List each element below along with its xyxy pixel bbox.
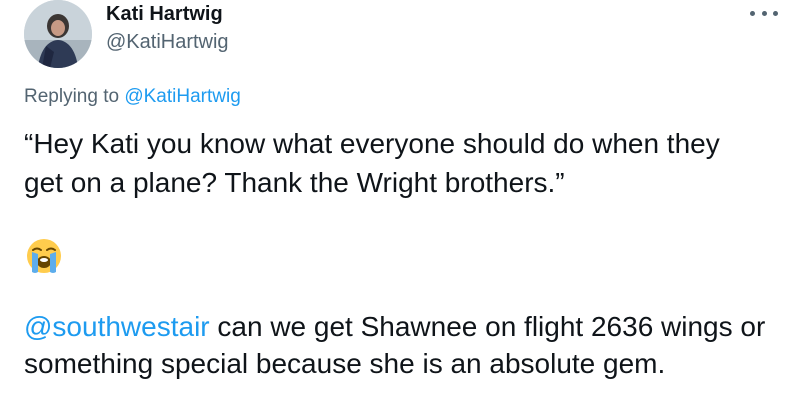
author-name[interactable]: Kati Hartwig [106,3,223,26]
loudly-crying-face-icon [24,236,64,276]
author-avatar[interactable] [24,0,92,68]
dot-icon [773,10,778,16]
tweet-quote-text: “Hey Kati you know what everyone should … [24,128,720,198]
replying-to-label: Replying to [24,86,125,107]
avatar-photo-icon [24,0,92,68]
dot-icon [761,10,767,16]
replying-to-line: Replying to @KatiHartwig [24,86,241,108]
tweet-body-text: @southwestair can we get Shawnee on flig… [24,308,784,382]
southwestair-mention-link[interactable]: @southwestair [24,311,210,342]
reply-mention-link[interactable]: @KatiHartwig [124,86,240,107]
dot-icon [750,10,755,16]
author-handle[interactable]: @KatiHartwig [106,31,229,54]
more-options-icon[interactable] [750,6,778,20]
tweet: Kati Hartwig @KatiHartwig Replying to @K… [0,0,800,420]
